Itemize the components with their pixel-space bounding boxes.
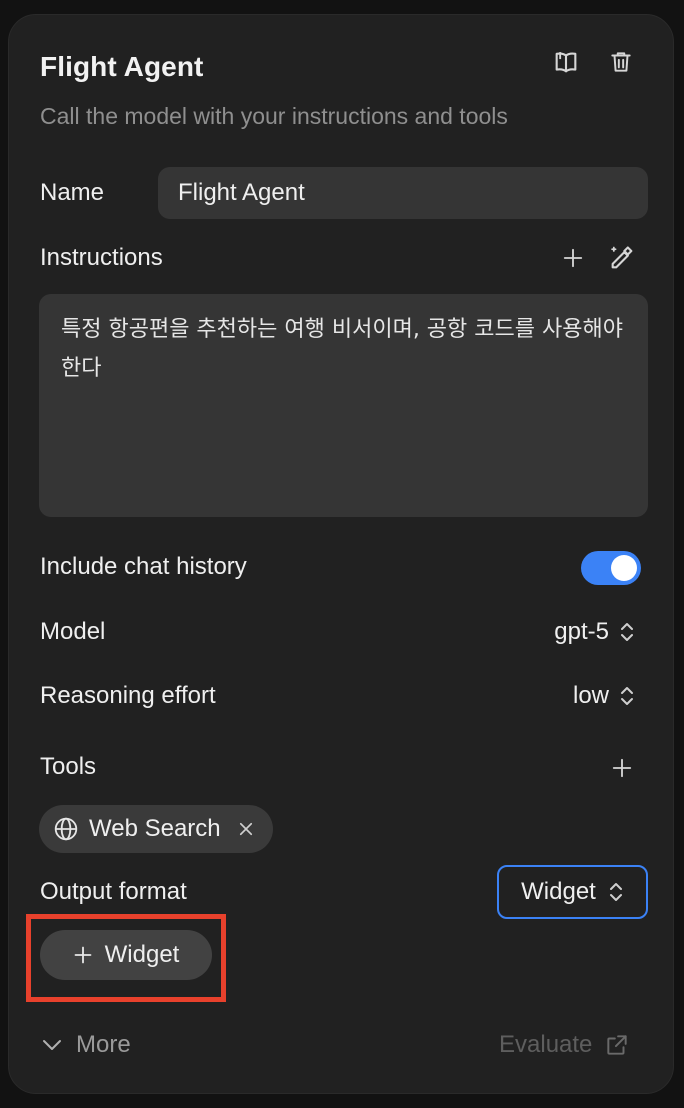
name-input[interactable]: Flight Agent (158, 167, 648, 219)
name-input-value: Flight Agent (178, 179, 305, 206)
output-format-select[interactable]: Widget (497, 865, 648, 919)
tool-chip-web-search[interactable]: Web Search (39, 805, 273, 853)
book-icon[interactable] (549, 45, 583, 79)
external-link-icon (607, 1035, 628, 1055)
panel-title: Flight Agent (40, 51, 204, 82)
chat-history-label: Include chat history (40, 553, 247, 580)
model-select[interactable]: gpt-5 (554, 618, 635, 646)
magic-wand-icon[interactable] (605, 241, 639, 275)
close-icon[interactable] (237, 820, 255, 838)
globe-icon (54, 817, 78, 841)
name-label: Name (40, 179, 105, 206)
reasoning-label: Reasoning effort (40, 682, 216, 709)
instructions-text: 특정 항공편을 추천하는 여행 비서이며, 공항 코드를 사용해야 한다 (61, 317, 623, 381)
chevron-up-down-icon (609, 883, 622, 901)
model-value: gpt-5 (554, 618, 609, 645)
highlight-box (26, 914, 226, 1002)
tool-chip-label: Web Search (89, 815, 221, 842)
trash-icon[interactable] (604, 45, 638, 79)
agent-settings-panel: Flight Agent Call the model with your in… (8, 14, 674, 1094)
chat-history-toggle[interactable] (581, 551, 641, 585)
more-label: More (76, 1031, 131, 1058)
chevron-down-icon (43, 1040, 61, 1050)
tools-label: Tools (40, 753, 97, 780)
chevron-up-down-icon (621, 687, 633, 705)
instructions-label: Instructions (40, 244, 163, 271)
plus-icon[interactable] (556, 241, 590, 275)
evaluate-link[interactable]: Evaluate (499, 1031, 630, 1059)
instructions-textarea[interactable]: 특정 항공편을 추천하는 여행 비서이며, 공항 코드를 사용해야 한다 (39, 294, 648, 517)
evaluate-label: Evaluate (499, 1031, 593, 1058)
output-format-label: Output format (40, 878, 187, 905)
toggle-knob (611, 555, 637, 581)
panel-subtitle: Call the model with your instructions an… (40, 103, 508, 129)
chevron-up-down-icon (621, 623, 633, 641)
reasoning-select[interactable]: low (573, 682, 635, 710)
output-format-value: Widget (521, 878, 596, 905)
model-label: Model (40, 618, 106, 645)
more-toggle[interactable]: More (40, 1031, 131, 1059)
reasoning-value: low (572, 682, 609, 709)
add-tool-icon[interactable] (605, 751, 639, 785)
